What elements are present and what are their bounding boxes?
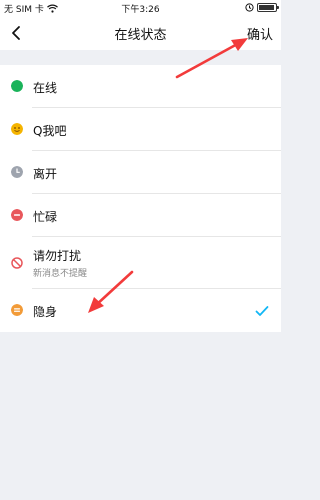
smile-face-icon bbox=[11, 123, 23, 135]
page-title: 在线状态 bbox=[114, 28, 167, 43]
clock-icon bbox=[11, 166, 23, 178]
status-label-invisible: 隐身 bbox=[33, 305, 58, 319]
status-option-do-not-disturb[interactable]: 请勿打扰 新消息不提醒 bbox=[0, 237, 281, 289]
status-option-invisible[interactable]: 隐身 bbox=[0, 289, 281, 332]
alarm-icon bbox=[245, 3, 254, 12]
status-sublabel-do-not-disturb: 新消息不提醒 bbox=[33, 269, 88, 279]
status-list: 在线 Q我吧 离开 忙碌 请勿打扰 新消息不提醒 隐身 bbox=[0, 65, 281, 332]
confirm-button[interactable]: 确认 bbox=[247, 24, 273, 43]
status-option-online[interactable]: 在线 bbox=[0, 65, 281, 108]
online-dot-icon bbox=[11, 80, 23, 92]
status-label-busy: 忙碌 bbox=[33, 210, 58, 224]
status-label-online: 在线 bbox=[33, 81, 58, 95]
status-option-away[interactable]: 离开 bbox=[0, 151, 281, 194]
status-label-q-me: Q我吧 bbox=[33, 124, 67, 138]
status-bar: 无 SIM 卡 下午3:26 bbox=[0, 0, 281, 16]
status-bar-right bbox=[245, 3, 279, 12]
status-label-do-not-disturb: 请勿打扰 bbox=[33, 249, 82, 263]
status-label-away: 离开 bbox=[33, 167, 58, 181]
checkmark-icon bbox=[255, 306, 269, 316]
clock-text: 下午3:26 bbox=[121, 5, 160, 15]
navigation-bar: 在线状态 确认 bbox=[0, 16, 281, 50]
status-option-busy[interactable]: 忙碌 bbox=[0, 194, 281, 237]
invisible-icon bbox=[11, 304, 23, 316]
do-not-disturb-icon bbox=[11, 257, 23, 269]
status-option-q-me[interactable]: Q我吧 bbox=[0, 108, 281, 151]
battery-icon bbox=[257, 3, 279, 12]
busy-minus-icon bbox=[11, 209, 23, 221]
